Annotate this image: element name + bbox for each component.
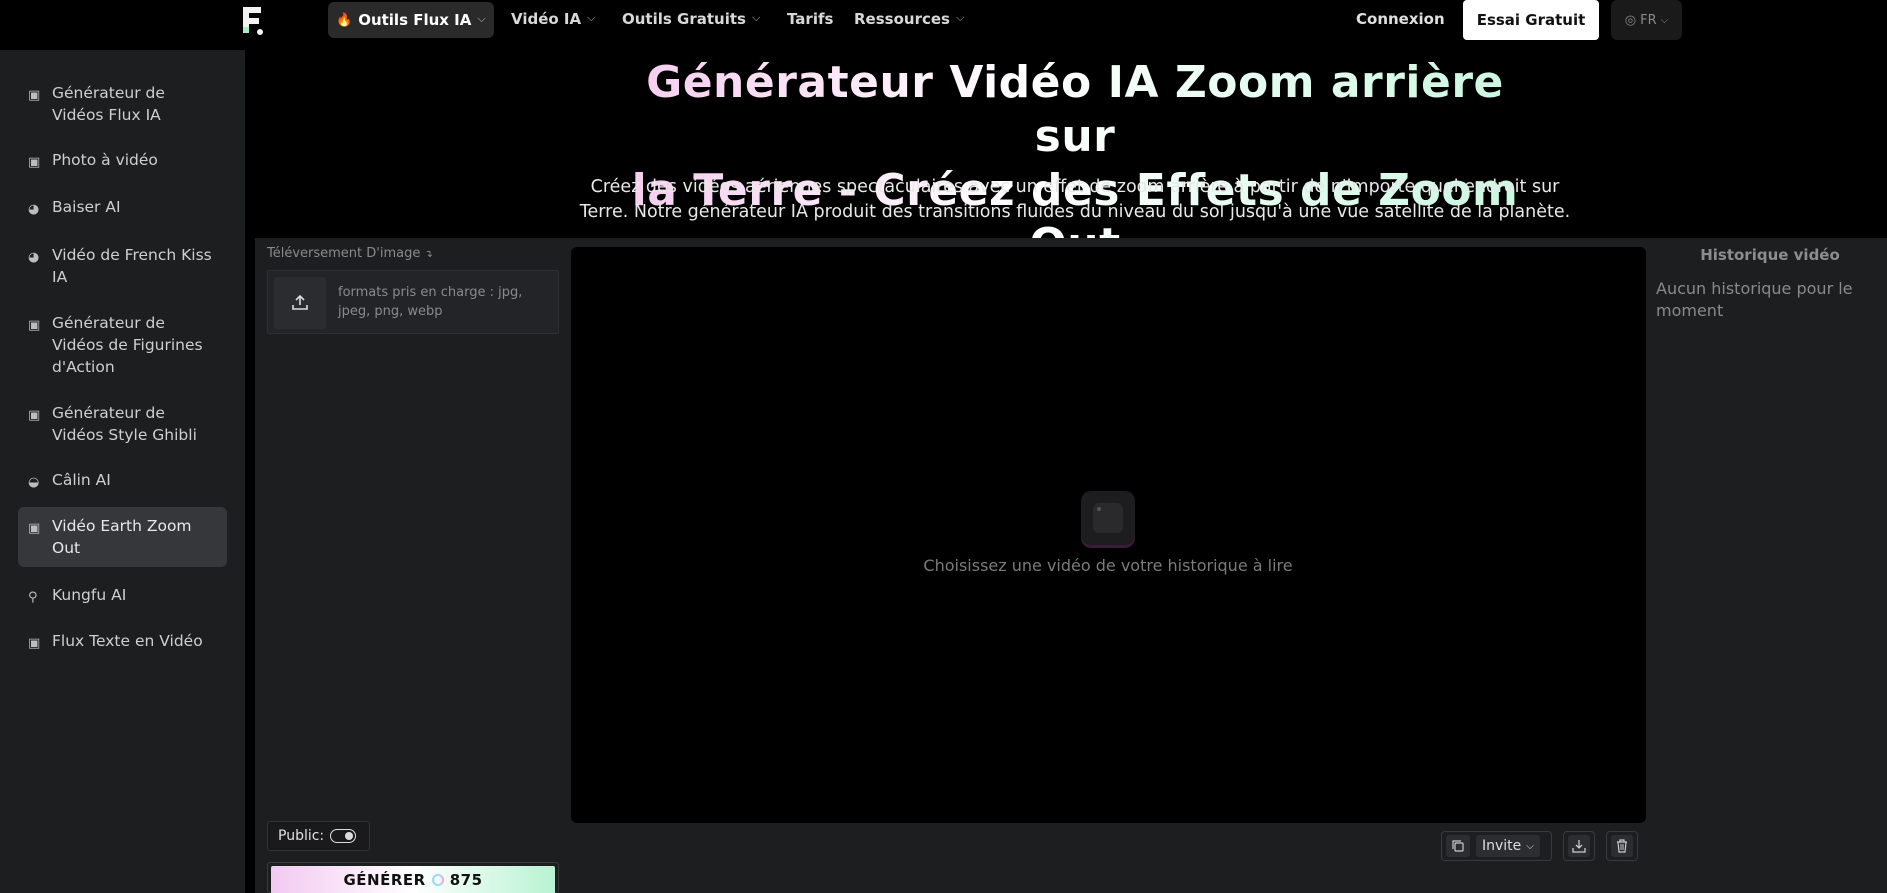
sidebar-item-earth-zoom-out[interactable]: ▣ Vidéo Earth Zoom Out bbox=[18, 507, 227, 567]
copy-icon bbox=[1452, 840, 1464, 852]
video-placeholder-icon bbox=[1081, 491, 1135, 545]
nav-label: Ressources bbox=[854, 10, 950, 28]
globe-icon: ◎ bbox=[1624, 12, 1637, 28]
invite-toolbar: Invite ⌵ bbox=[1441, 831, 1552, 861]
nav-ressources[interactable]: Ressources ⌵ bbox=[854, 0, 964, 38]
sidebar-item-flux-video[interactable]: ▣ Générateur de Vidéos Flux IA bbox=[18, 74, 227, 134]
nav-label: Outils Gratuits bbox=[622, 10, 746, 28]
chevron-down-icon: ⌵ bbox=[477, 12, 486, 25]
login-link[interactable]: Connexion bbox=[1356, 0, 1445, 38]
upload-formats-hint: formats pris en charge : jpg, jpeg, png,… bbox=[338, 285, 523, 319]
page-subtitle-line-2: Terre. Notre générateur IA produit des t… bbox=[579, 202, 1571, 222]
history-title: Historique vidéo bbox=[1700, 246, 1840, 264]
delete-button[interactable] bbox=[1606, 831, 1638, 861]
nav-outils-flux-ia[interactable]: 🔥 Outils Flux IA ⌵ bbox=[328, 2, 494, 38]
chevron-down-icon: ⌵ bbox=[587, 11, 596, 24]
video-icon: ▣ bbox=[28, 318, 41, 333]
sidebar-item-text-to-video[interactable]: ▣ Flux Texte en Vidéo bbox=[18, 622, 227, 663]
curly-arrow-icon: ↴ bbox=[424, 249, 433, 260]
generate-button-wrapper: GÉNÉRER 875 bbox=[267, 862, 559, 893]
download-button[interactable] bbox=[1563, 831, 1595, 861]
sidebar-item-label: Kungfu AI bbox=[52, 586, 127, 604]
video-icon: ▣ bbox=[28, 521, 41, 536]
video-icon: ▣ bbox=[28, 88, 41, 103]
hug-icon: ◒ bbox=[28, 475, 40, 490]
sidebar-item-kungfu-ai[interactable]: ⚲ Kungfu AI bbox=[18, 576, 227, 617]
nav-label: Vidéo IA bbox=[511, 10, 582, 28]
kungfu-icon: ⚲ bbox=[28, 590, 38, 605]
nav-video-ia[interactable]: Vidéo IA ⌵ bbox=[511, 0, 595, 38]
nav-outils-gratuits[interactable]: Outils Gratuits ⌵ bbox=[622, 0, 760, 38]
sidebar-item-label: Générateur de Vidéos Flux IA bbox=[52, 84, 165, 124]
nav-label: Outils Flux IA bbox=[358, 11, 472, 29]
chevron-down-icon: ⌵ bbox=[1526, 840, 1534, 852]
image-upload-label: Téléversement D'image ↴ bbox=[267, 246, 433, 261]
kiss-icon: ◕ bbox=[28, 202, 40, 217]
invite-dropdown[interactable]: Invite ⌵ bbox=[1476, 835, 1540, 857]
logo[interactable] bbox=[240, 3, 266, 37]
video-icon: ▣ bbox=[28, 636, 41, 651]
video-placeholder-text: Choisissez une vidéo de votre historique… bbox=[923, 556, 1293, 575]
image-upload-label-text: Téléversement D'image bbox=[267, 246, 421, 261]
credits-icon bbox=[431, 874, 444, 886]
toggle-switch[interactable] bbox=[330, 829, 357, 843]
generate-button[interactable]: GÉNÉRER 875 bbox=[271, 866, 555, 893]
sidebar-item-ghibli[interactable]: ▣ Générateur de Vidéos Style Ghibli bbox=[18, 394, 227, 454]
sidebar-item-photo-to-video[interactable]: ▣ Photo à vidéo bbox=[18, 141, 227, 182]
video-icon: ▣ bbox=[28, 155, 41, 170]
language-selector[interactable]: ◎ FR ⌵ bbox=[1611, 0, 1682, 40]
nav-tarifs[interactable]: Tarifs bbox=[787, 0, 833, 38]
chevron-down-icon: ⌵ bbox=[751, 11, 761, 24]
trash-icon bbox=[1617, 839, 1627, 853]
sidebar-item-label: Câlin AI bbox=[52, 471, 111, 489]
copy-button[interactable] bbox=[1446, 835, 1470, 857]
sidebar-item-action-figures[interactable]: ▣ Générateur de Vidéos de Figurines d'Ac… bbox=[18, 304, 227, 386]
sidebar-item-label: Photo à vidéo bbox=[52, 151, 158, 169]
history-empty-message: Aucun historique pour le moment bbox=[1656, 279, 1853, 320]
nav-label: Tarifs bbox=[787, 10, 834, 28]
page-title-line-1: Générateur Vidéo IA Zoom arrière sur bbox=[646, 57, 1504, 162]
invite-label: Invite bbox=[1482, 838, 1522, 854]
sidebar-item-label: Générateur de Vidéos Style Ghibli bbox=[52, 404, 197, 444]
download-icon bbox=[1572, 840, 1586, 853]
image-upload-dropzone[interactable]: formats pris en charge : jpg, jpeg, png,… bbox=[267, 270, 559, 334]
flame-icon: 🔥 bbox=[336, 12, 353, 28]
sidebar-item-label: Flux Texte en Vidéo bbox=[52, 632, 203, 650]
chevron-down-icon: ⌵ bbox=[955, 11, 965, 24]
sidebar-item-calin-ai[interactable]: ◒ Câlin AI bbox=[18, 461, 227, 502]
sidebar-item-label: Vidéo Earth Zoom Out bbox=[52, 517, 192, 557]
language-label: FR bbox=[1640, 12, 1657, 28]
credits-count: 875 bbox=[449, 871, 483, 889]
sidebar-item-label: Vidéo de French Kiss IA bbox=[52, 246, 212, 286]
video-icon: ▣ bbox=[28, 408, 41, 423]
sidebar-item-baiser-ai[interactable]: ◕ Baiser AI bbox=[18, 188, 227, 229]
free-trial-button[interactable]: Essai Gratuit bbox=[1463, 0, 1599, 40]
sidebar-item-french-kiss[interactable]: ◕ Vidéo de French Kiss IA bbox=[18, 236, 227, 296]
upload-icon bbox=[274, 277, 326, 329]
public-toggle[interactable]: Public: bbox=[267, 821, 370, 851]
chevron-down-icon: ⌵ bbox=[1660, 14, 1669, 26]
page-subtitle-line-1: Créez des vidéos aériennes spectaculaire… bbox=[590, 177, 1560, 197]
top-navbar: 🔥 Outils Flux IA ⌵ Vidéo IA ⌵ Outils Gra… bbox=[0, 0, 1887, 40]
public-label: Public: bbox=[278, 828, 325, 844]
sidebar-item-label: Générateur de Vidéos de Figurines d'Acti… bbox=[52, 314, 203, 376]
generate-label: GÉNÉRER bbox=[343, 871, 426, 889]
page-subtitle: Créez des vidéos aériennes spectaculaire… bbox=[540, 175, 1610, 225]
sidebar-item-label: Baiser AI bbox=[52, 198, 121, 216]
kiss-icon: ◕ bbox=[28, 250, 40, 265]
